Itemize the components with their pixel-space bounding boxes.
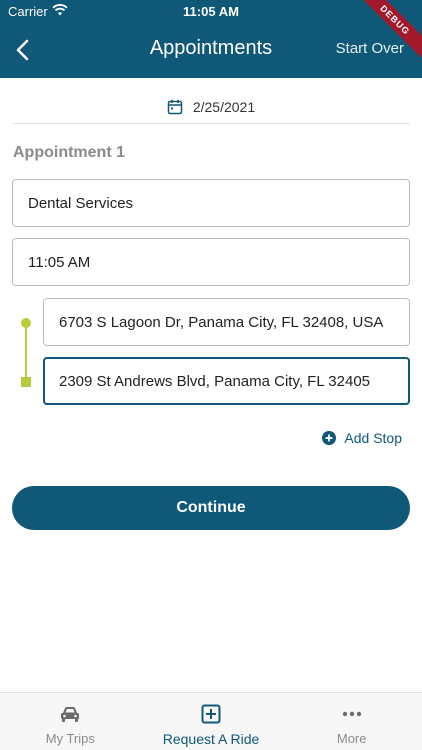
tab-my-trips[interactable]: My Trips bbox=[0, 693, 141, 750]
appointment-title: Appointment 1 bbox=[13, 144, 125, 161]
app-header: Carrier 11:05 AM Appointments Start Over… bbox=[0, 0, 422, 78]
tab-label-my-trips: My Trips bbox=[45, 731, 95, 746]
tab-bar: My Trips Request A Ride More bbox=[0, 692, 422, 750]
continue-button[interactable]: Continue bbox=[12, 486, 410, 530]
service-field[interactable]: Dental Services bbox=[12, 179, 410, 227]
pickup-address-value: 6703 S Lagoon Dr, Panama City, FL 32408,… bbox=[59, 313, 384, 331]
tab-more[interactable]: More bbox=[281, 693, 422, 750]
plus-circle-icon bbox=[322, 431, 337, 445]
status-bar: Carrier 11:05 AM bbox=[0, 0, 422, 24]
add-stop-label: Add Stop bbox=[344, 430, 402, 446]
appointment-time-field[interactable]: 11:05 AM bbox=[12, 238, 410, 286]
status-time: 11:05 AM bbox=[183, 4, 239, 19]
car-icon bbox=[59, 703, 81, 725]
dropoff-address-field[interactable]: 2309 St Andrews Blvd, Panama City, FL 32… bbox=[43, 357, 410, 405]
tab-label-request-a-ride: Request A Ride bbox=[162, 731, 260, 747]
service-value: Dental Services bbox=[28, 194, 134, 212]
plus-square-icon bbox=[201, 703, 221, 725]
more-dots-icon bbox=[342, 703, 362, 725]
time-value: 11:05 AM bbox=[28, 253, 91, 271]
add-stop-button[interactable]: Add Stop bbox=[322, 430, 402, 446]
tab-request-a-ride[interactable]: Request A Ride bbox=[141, 693, 282, 750]
dropoff-marker-icon bbox=[21, 377, 31, 387]
continue-label: Continue bbox=[176, 499, 246, 516]
route-connector bbox=[25, 323, 27, 381]
calendar-icon bbox=[167, 99, 183, 115]
date-value: 2/25/2021 bbox=[192, 98, 256, 115]
date-selector[interactable]: 2/25/2021 bbox=[12, 90, 410, 124]
start-over-button[interactable]: Start Over bbox=[336, 40, 404, 57]
dropoff-address-value: 2309 St Andrews Blvd, Panama City, FL 32… bbox=[59, 372, 371, 390]
pickup-address-field[interactable]: 6703 S Lagoon Dr, Panama City, FL 32408,… bbox=[43, 298, 410, 346]
tab-label-more: More bbox=[336, 731, 367, 746]
